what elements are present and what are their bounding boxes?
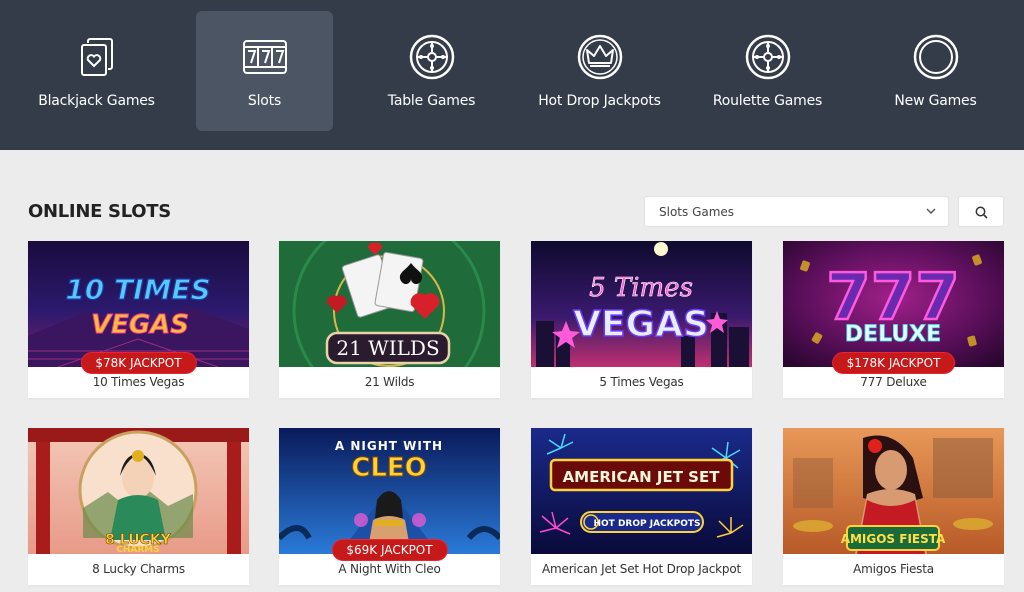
game-title: 8 Lucky Charms [92,562,185,576]
roulette-wheel-icon [409,34,454,80]
game-title: 5 Times Vegas [599,375,684,389]
search-button[interactable] [958,196,1004,227]
nav-label: Table Games [387,93,476,109]
nav-item-slots[interactable]: Slots [196,11,333,131]
nav-item-blackjack-games[interactable]: Blackjack Games [28,11,165,131]
nav-label: Blackjack Games [38,93,155,109]
nav-label: New Games [894,93,977,109]
nav-item-hot-drop-jackpots[interactable]: Hot Drop Jackpots [531,11,668,131]
game-card-21-wilds[interactable]: 21 WILDS 21 Wilds [279,241,500,398]
section-title: ONLINE SLOTS [28,201,171,222]
game-art-title: 21 WILDS [336,336,439,360]
jackpot-badge: $69K JACKPOT [331,539,448,561]
game-card-8-lucky-charms[interactable]: 8 LUCKY CHARMS 8 Lucky Charms [28,428,249,585]
nav-label: Slots [247,93,282,109]
game-art-subtitle: HOT DROP JACKPOTS [594,519,701,529]
game-art-title: A NIGHT WITH [335,439,443,453]
game-thumbnail: 8 LUCKY CHARMS [28,428,249,554]
game-art-title: 5 Times [589,273,693,303]
game-thumbnail: 10 TIMES VEGAS [28,241,249,367]
game-thumbnail: 5 Times VEGAS [531,241,752,367]
game-thumbnail: 21 WILDS [279,241,500,367]
game-art-subtitle: CHARMS [116,545,159,554]
nav-item-new-games[interactable]: New Games [867,11,1004,131]
game-card-5-times-vegas[interactable]: 5 Times VEGAS 5 Times Vegas [531,241,752,398]
crown-icon [577,34,622,80]
jackpot-badge: $78K JACKPOT [80,352,197,374]
nav-label: Hot Drop Jackpots [538,93,661,109]
game-art-subtitle: VEGAS [573,304,709,345]
game-art-subtitle: CLEO [351,453,427,483]
game-thumbnail: AMERICAN JET SET HOT DROP JACKPOTS [531,428,752,554]
search-icon [975,206,988,219]
game-title: A Night With Cleo [338,562,441,576]
game-art-subtitle: VEGAS [91,310,189,340]
slot-777-icon [242,40,287,74]
chevron-down-icon [926,208,936,214]
game-art-title: AMIGOS FIESTA [841,532,946,546]
cards-icon [80,38,113,76]
game-title: American Jet Set Hot Drop Jackpot [542,562,741,576]
game-title: 10 Times Vegas [92,375,185,389]
filter-value: Slots Games [659,205,735,219]
game-thumbnail: A NIGHT WITH CLEO [279,428,500,554]
game-thumbnail: 777 DELUXE [783,241,1004,367]
game-card-10-times-vegas[interactable]: 10 TIMES VEGAS $78K JACKPOT 10 Times Veg… [28,241,249,398]
ring-icon [913,34,958,80]
game-title: 777 Deluxe [860,375,927,389]
game-art-title: AMERICAN JET SET [563,468,721,486]
game-filter-select[interactable]: Slots Games [644,196,949,227]
jackpot-badge: $178K JACKPOT [831,352,956,374]
game-art-subtitle: DELUXE [845,322,941,347]
game-title: 21 Wilds [364,375,415,389]
nav-item-roulette-games[interactable]: Roulette Games [699,11,836,131]
game-card-a-night-with-cleo[interactable]: A NIGHT WITH CLEO $69K JACKPOT A Night W… [279,428,500,585]
game-thumbnail: AMIGOS FIESTA [783,428,1004,554]
game-art-title: 10 TIMES [65,273,210,306]
category-nav: Blackjack Games Slots Table Games Hot Dr… [0,0,1024,150]
nav-label: Roulette Games [712,93,823,109]
nav-item-table-games[interactable]: Table Games [363,11,500,131]
game-card-777-deluxe[interactable]: 777 DELUXE $178K JACKPOT 777 Deluxe [783,241,1004,398]
roulette-wheel-icon [745,34,790,80]
game-card-amigos-fiesta[interactable]: AMIGOS FIESTA Amigos Fiesta [783,428,1004,585]
game-card-american-jet-set[interactable]: AMERICAN JET SET HOT DROP JACKPOTS Ameri… [531,428,752,585]
game-title: Amigos Fiesta [853,562,934,576]
